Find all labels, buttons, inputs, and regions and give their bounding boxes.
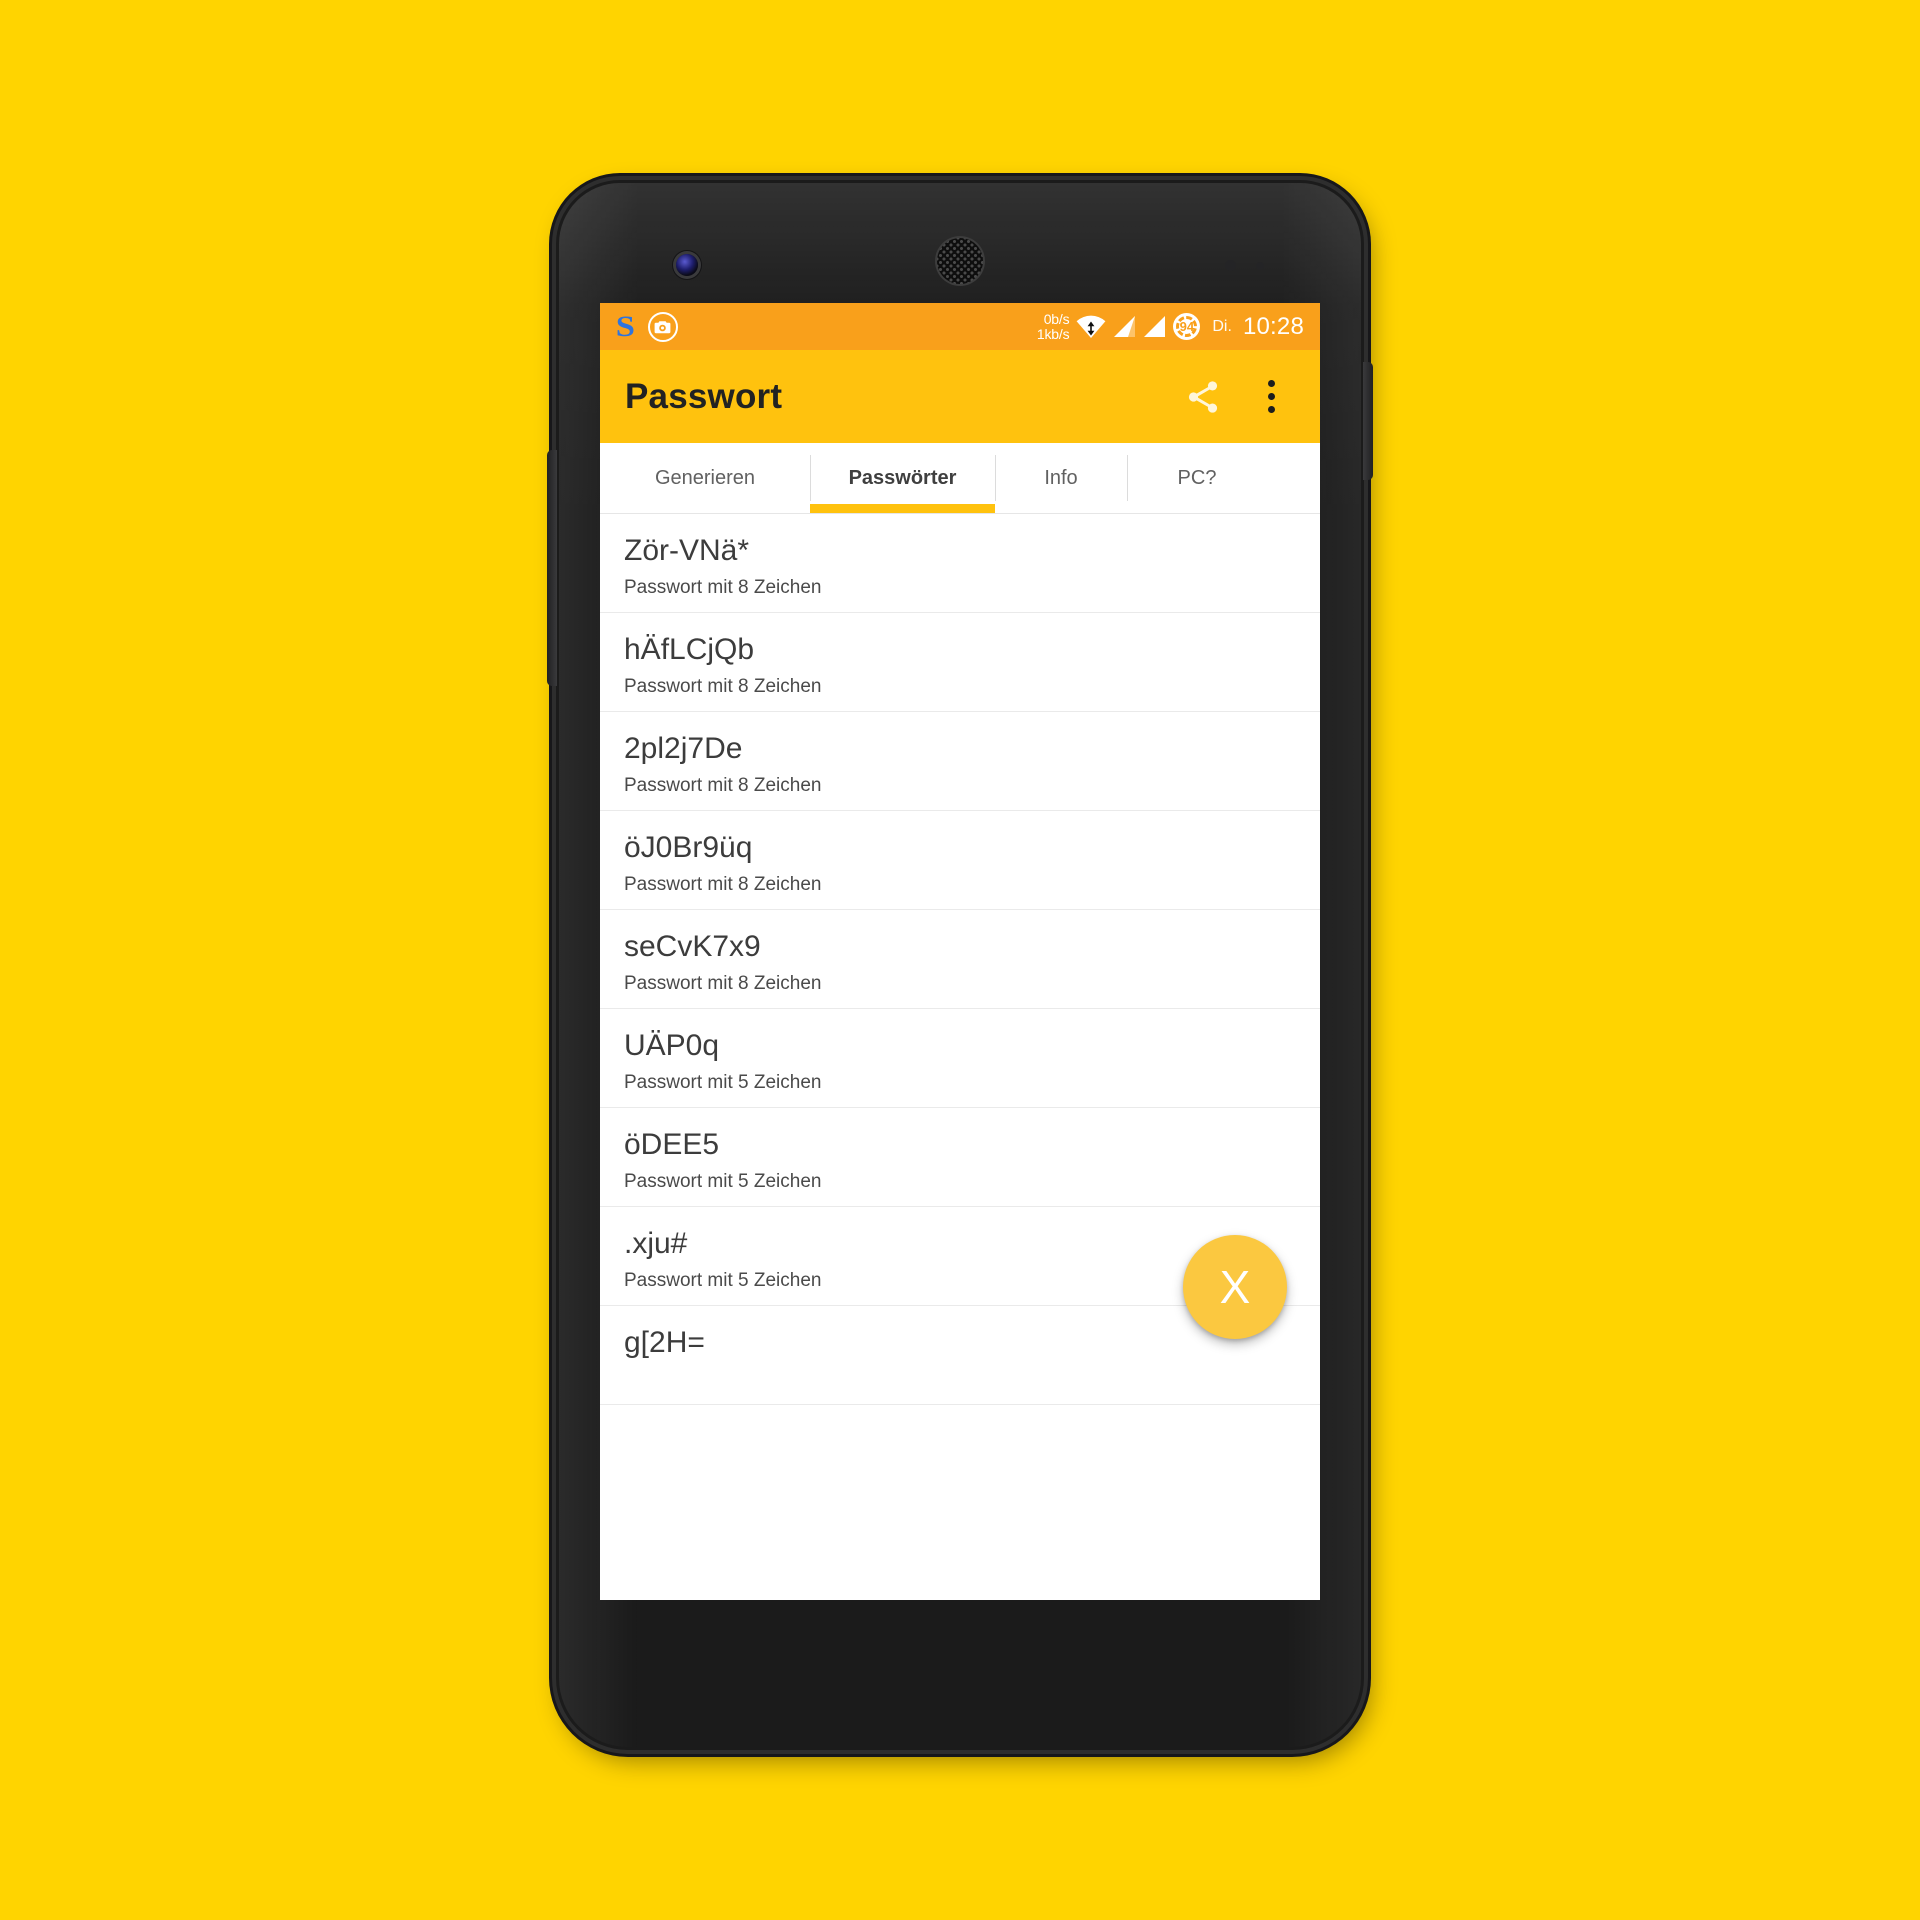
password-meta: Passwort mit 8 Zeichen — [624, 775, 822, 796]
clear-fab-button[interactable]: X — [1183, 1235, 1287, 1339]
camera-badge-icon — [647, 311, 678, 342]
status-bar-right: 0b/s 1kb/s 94 Di. 10:28 — [1036, 310, 1304, 342]
tab-active-indicator — [810, 504, 995, 513]
app-bar: Passwort — [600, 350, 1320, 443]
overflow-menu-button[interactable] — [1244, 370, 1298, 424]
list-item[interactable]: öJ0Br9üq Passwort mit 8 Zeichen — [600, 811, 1320, 910]
tab-label: Passwörter — [848, 466, 957, 489]
tab-label: Info — [1044, 466, 1078, 489]
tab-label: PC? — [1177, 466, 1217, 489]
proximity-sensor — [1225, 260, 1236, 271]
password-meta: Passwort mit 8 Zeichen — [624, 874, 822, 895]
list-item[interactable]: 2pl2j7De Passwort mit 8 Zeichen — [600, 712, 1320, 811]
tab-pc[interactable]: PC? — [1127, 443, 1267, 513]
signal-bars-icon — [1114, 316, 1136, 337]
password-value: Zör-VNä* — [624, 534, 750, 567]
password-value: g[2H= — [624, 1326, 705, 1359]
password-meta: Passwort mit 8 Zeichen — [624, 973, 822, 994]
password-value: seCvK7x9 — [624, 930, 761, 963]
list-item[interactable]: Zör-VNä* Passwort mit 8 Zeichen — [600, 514, 1320, 613]
overflow-dot — [1267, 406, 1275, 413]
password-value: öDEE5 — [624, 1128, 720, 1161]
network-speed: 0b/s 1kb/s — [1036, 310, 1070, 342]
list-item[interactable]: öDEE5 Passwort mit 5 Zeichen — [600, 1108, 1320, 1207]
overflow-dot — [1267, 393, 1275, 400]
password-list[interactable]: Zör-VNä* Passwort mit 8 Zeichen hÄfLCjQb… — [600, 514, 1320, 1405]
s-logo-icon: S — [615, 309, 635, 343]
share-button[interactable] — [1176, 370, 1230, 424]
password-value: öJ0Br9üq — [624, 831, 753, 864]
net-speed-up: 1kb/s — [1036, 325, 1070, 342]
password-meta: Passwort mit 5 Zeichen — [624, 1171, 822, 1192]
page-title: Passwort — [625, 376, 783, 416]
front-camera-icon — [676, 254, 698, 276]
light-sensor — [1256, 262, 1264, 270]
battery-status-badge: 94 — [1173, 313, 1201, 340]
tab-passwoerter[interactable]: Passwörter — [810, 443, 995, 513]
password-meta: Passwort mit 8 Zeichen — [624, 577, 822, 598]
phone-screen: S 0b/s 1kb/s 94 Di. 10:28 Passwort Gener… — [600, 303, 1320, 1600]
volume-button[interactable] — [547, 450, 557, 686]
fab-label: X — [1219, 1261, 1251, 1313]
status-bar-day: Di. — [1212, 317, 1232, 335]
earpiece-speaker — [937, 238, 983, 284]
list-item[interactable]: seCvK7x9 Passwort mit 8 Zeichen — [600, 910, 1320, 1009]
password-value: UÄP0q — [624, 1029, 720, 1062]
phone-device: S 0b/s 1kb/s 94 Di. 10:28 Passwort Gener… — [547, 180, 1373, 1750]
password-value: hÄfLCjQb — [624, 633, 755, 666]
battery-level: 94 — [1179, 319, 1195, 334]
list-item[interactable]: UÄP0q Passwort mit 5 Zeichen — [600, 1009, 1320, 1108]
tab-label: Generieren — [654, 466, 756, 489]
power-button[interactable] — [1363, 362, 1373, 480]
status-bar: S 0b/s 1kb/s 94 Di. 10:28 — [600, 303, 1320, 350]
password-meta: Passwort mit 8 Zeichen — [624, 676, 822, 697]
wifi-icon — [1076, 315, 1106, 338]
status-bar-left: S — [615, 309, 678, 343]
tab-bar: Generieren Passwörter Info PC? — [600, 443, 1320, 514]
app-bar-actions — [1176, 370, 1298, 424]
share-icon — [1188, 380, 1218, 413]
signal-bars-icon — [1144, 316, 1166, 337]
overflow-dot — [1267, 380, 1275, 387]
password-value: 2pl2j7De — [624, 732, 743, 765]
status-bar-time: 10:28 — [1242, 312, 1304, 340]
password-meta: Passwort mit 5 Zeichen — [624, 1072, 822, 1093]
net-speed-down: 0b/s — [1043, 310, 1070, 327]
tab-generieren[interactable]: Generieren — [600, 443, 810, 513]
tab-info[interactable]: Info — [995, 443, 1127, 513]
list-item[interactable]: hÄfLCjQb Passwort mit 8 Zeichen — [600, 613, 1320, 712]
